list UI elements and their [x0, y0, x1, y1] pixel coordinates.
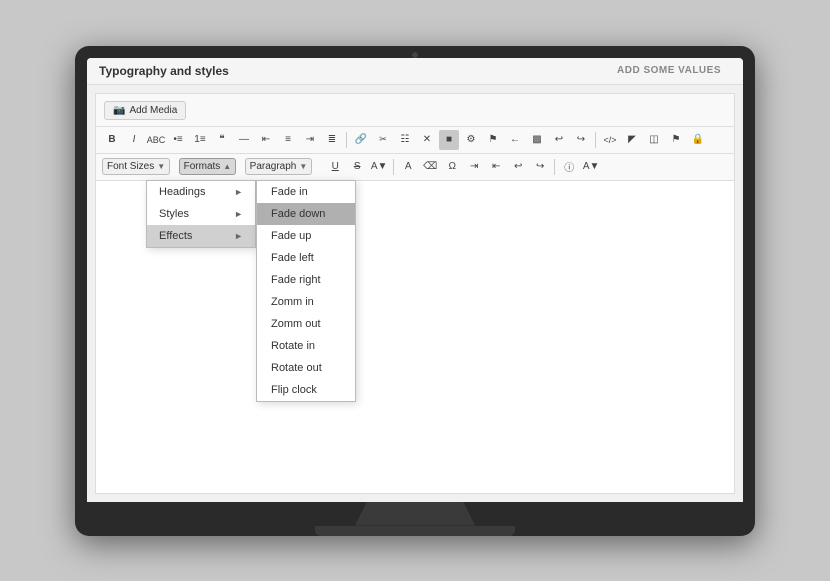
- undo2-button[interactable]: ↩: [508, 157, 528, 177]
- effects-item-rotate-out[interactable]: Rotate out: [257, 357, 355, 379]
- add-media-label: Add Media: [129, 105, 177, 116]
- redo-button[interactable]: ↪: [571, 130, 591, 150]
- tb-separator-4: [554, 159, 555, 175]
- font-sizes-label: Font Sizes: [107, 161, 154, 172]
- add-media-icon: 📷: [113, 105, 125, 116]
- fade-in-label: Fade in: [271, 186, 308, 198]
- formats-arrow-icon: ▲: [223, 162, 231, 171]
- effects-item-flip-clock[interactable]: Flip clock: [257, 379, 355, 401]
- editor-area: 📷 Add Media B I ABC •≡ 1≡ ❝ — ⇤ ≡ ⇥ ≣: [95, 93, 735, 494]
- effects-item-fade-up[interactable]: Fade up: [257, 225, 355, 247]
- add-media-button[interactable]: 📷 Add Media: [104, 101, 186, 120]
- fullscreen-button[interactable]: ◤: [622, 130, 642, 150]
- tb-separator-1: [346, 132, 347, 148]
- flip-clock-label: Flip clock: [271, 384, 317, 396]
- align-center-button[interactable]: ≡: [278, 130, 298, 150]
- underline-button[interactable]: U: [325, 157, 345, 177]
- fade-left-label: Fade left: [271, 252, 314, 264]
- camera-dot: [412, 52, 418, 58]
- flag-button[interactable]: ⚑: [483, 130, 503, 150]
- add-values-link[interactable]: ADD SOME VALUES: [617, 65, 721, 76]
- paragraph-label: Paragraph: [250, 161, 297, 172]
- monitor-outer: Typography and styles ADD SOME VALUES 📷 …: [75, 46, 755, 536]
- styles-label: Styles: [159, 208, 189, 220]
- title-bar: Typography and styles ADD SOME VALUES: [87, 58, 743, 85]
- effects-submenu: Fade in Fade down Fade up Fade left Fade: [256, 180, 356, 402]
- font-sizes-arrow-icon: ▼: [157, 162, 165, 171]
- arrow-button[interactable]: ←: [505, 130, 525, 150]
- monitor-stand: [355, 502, 475, 526]
- outdent-button[interactable]: ⇤: [486, 157, 506, 177]
- zomm-in-label: Zomm in: [271, 296, 314, 308]
- settings-button[interactable]: ⚙: [461, 130, 481, 150]
- effects-item-fade-left[interactable]: Fade left: [257, 247, 355, 269]
- text-color-button[interactable]: A▼: [369, 157, 389, 177]
- text-bg-button[interactable]: A: [398, 157, 418, 177]
- split-button[interactable]: ◫: [644, 130, 664, 150]
- page-title: Typography and styles: [99, 64, 229, 78]
- strikethrough-button[interactable]: ABC: [146, 130, 166, 150]
- paragraph-arrow-icon: ▼: [299, 162, 307, 171]
- align-right-button[interactable]: ⇥: [300, 130, 320, 150]
- pin-button[interactable]: ⚑: [666, 130, 686, 150]
- indent-button[interactable]: ⇥: [464, 157, 484, 177]
- clear-format-button[interactable]: ⌫: [420, 157, 440, 177]
- lock-button[interactable]: 🔒: [688, 130, 708, 150]
- delete-table-button[interactable]: ✕: [417, 130, 437, 150]
- bold-button[interactable]: B: [102, 130, 122, 150]
- ol-button[interactable]: 1≡: [190, 130, 210, 150]
- effects-item-zomm-out[interactable]: Zomm out: [257, 313, 355, 335]
- effects-item-zomm-in[interactable]: Zomm in: [257, 291, 355, 313]
- rotate-in-label: Rotate in: [271, 340, 315, 352]
- ul-button[interactable]: •≡: [168, 130, 188, 150]
- headings-label: Headings: [159, 186, 205, 198]
- paragraph-dropdown[interactable]: Paragraph ▼: [245, 158, 313, 175]
- align-justify-button[interactable]: ≣: [322, 130, 342, 150]
- rotate-out-label: Rotate out: [271, 362, 322, 374]
- effects-item-rotate-in[interactable]: Rotate in: [257, 335, 355, 357]
- strikethrough2-button[interactable]: S: [347, 157, 367, 177]
- hr-button[interactable]: —: [234, 130, 254, 150]
- screen-content: Typography and styles ADD SOME VALUES 📷 …: [87, 58, 743, 502]
- grid-button[interactable]: ■: [439, 130, 459, 150]
- code-button[interactable]: </>: [600, 130, 620, 150]
- formats-menu-item-headings[interactable]: Headings ►: [147, 181, 255, 203]
- monitor-screen: Typography and styles ADD SOME VALUES 📷 …: [87, 58, 743, 502]
- table-button[interactable]: ☷: [395, 130, 415, 150]
- link-button[interactable]: 🔗: [351, 130, 371, 150]
- add-media-bar: 📷 Add Media: [96, 94, 734, 127]
- source-button[interactable]: A▼: [581, 157, 601, 177]
- box-button[interactable]: ▩: [527, 130, 547, 150]
- formats-label: Formats: [184, 161, 221, 172]
- formats-dropdown[interactable]: Formats ▲: [179, 158, 237, 175]
- toolbar-row-2: Font Sizes ▼ Formats ▲ Paragraph ▼ U: [96, 154, 734, 181]
- tb-separator-2: [595, 132, 596, 148]
- undo-button[interactable]: ↩: [549, 130, 569, 150]
- effects-item-fade-in[interactable]: Fade in: [257, 181, 355, 203]
- effects-label: Effects: [159, 230, 192, 242]
- formats-menu-item-effects[interactable]: Effects ►: [147, 225, 255, 247]
- special-chars-button[interactable]: Ω: [442, 157, 462, 177]
- fade-right-label: Fade right: [271, 274, 321, 286]
- redo2-button[interactable]: ↪: [530, 157, 550, 177]
- effects-submenu-arrow: ►: [234, 231, 243, 241]
- italic-button[interactable]: I: [124, 130, 144, 150]
- formats-menu-item-styles[interactable]: Styles ►: [147, 203, 255, 225]
- fade-down-label: Fade down: [271, 208, 325, 220]
- fade-up-label: Fade up: [271, 230, 311, 242]
- tb-separator-3: [393, 159, 394, 175]
- zomm-out-label: Zomm out: [271, 318, 321, 330]
- align-left-button[interactable]: ⇤: [256, 130, 276, 150]
- quote-button[interactable]: ❝: [212, 130, 232, 150]
- toolbar-row-1: B I ABC •≡ 1≡ ❝ — ⇤ ≡ ⇥ ≣ 🔗 ✂ ☷ ✕ ■: [96, 127, 734, 154]
- help-button[interactable]: ⓘ: [559, 157, 579, 177]
- monitor-base: [315, 526, 515, 536]
- unlink-button[interactable]: ✂: [373, 130, 393, 150]
- effects-item-fade-down[interactable]: Fade down: [257, 203, 355, 225]
- font-sizes-dropdown[interactable]: Font Sizes ▼: [102, 158, 170, 175]
- effects-item-fade-right[interactable]: Fade right: [257, 269, 355, 291]
- headings-submenu-arrow: ►: [234, 187, 243, 197]
- formats-menu: Headings ► Styles ► Effects ►: [146, 180, 256, 248]
- styles-submenu-arrow: ►: [234, 209, 243, 219]
